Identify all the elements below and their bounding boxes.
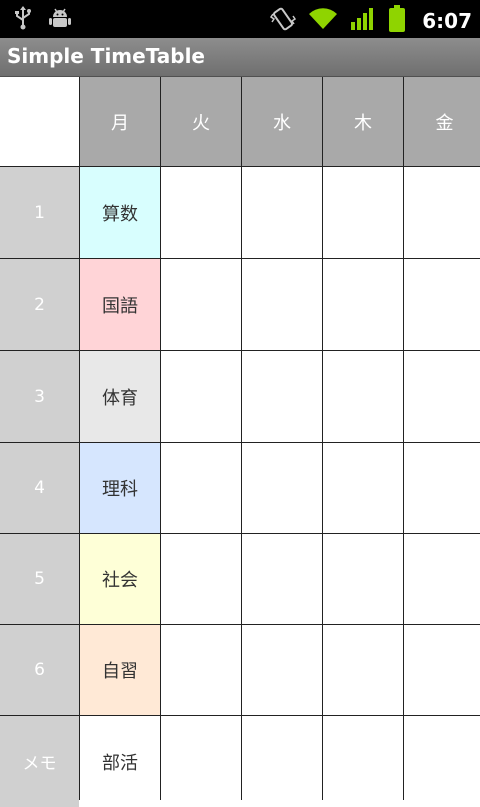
period-label-4: 4 [0,443,79,533]
cell-wed-1[interactable] [242,167,322,258]
period-label-3: 3 [0,351,79,442]
cell-wed-5[interactable] [242,534,322,624]
cell-tue-5[interactable] [161,534,241,624]
cell-tue-6[interactable] [161,625,241,715]
memo-tue[interactable] [161,716,241,807]
day-header-wed[interactable]: 水 [242,77,322,166]
day-header-thu[interactable]: 木 [323,77,403,166]
battery-icon [388,5,406,37]
status-bar: 6:07 [0,0,480,38]
cell-thu-4[interactable] [323,443,403,533]
vibrate-icon [270,6,297,36]
cell-fri-6[interactable] [404,625,480,715]
cell-thu-2[interactable] [323,259,403,350]
cell-fri-2[interactable] [404,259,480,350]
cell-mon-1[interactable]: 算数 [80,167,160,258]
cell-fri-3[interactable] [404,351,480,442]
android-debug-icon [48,6,72,34]
day-header-tue[interactable]: 火 [161,77,241,166]
wifi-icon [308,7,338,35]
cell-wed-2[interactable] [242,259,322,350]
memo-wed[interactable] [242,716,322,807]
period-label-1: 1 [0,167,79,258]
cell-mon-2[interactable]: 国語 [80,259,160,350]
cell-mon-6[interactable]: 自習 [80,625,160,715]
app-title: Simple TimeTable [7,44,205,68]
cell-mon-3[interactable]: 体育 [80,351,160,442]
cell-thu-3[interactable] [323,351,403,442]
cell-thu-1[interactable] [323,167,403,258]
period-label-5: 5 [0,534,79,624]
cell-tue-3[interactable] [161,351,241,442]
cell-thu-5[interactable] [323,534,403,624]
memo-label: メモ [0,716,79,807]
signal-icon [350,7,376,35]
cell-wed-6[interactable] [242,625,322,715]
day-header-mon[interactable]: 月 [80,77,160,166]
corner-cell [0,77,79,166]
period-label-6: 6 [0,625,79,715]
cell-mon-4[interactable]: 理科 [80,443,160,533]
title-bar: Simple TimeTable [0,38,480,77]
clock: 6:07 [422,9,472,33]
cell-fri-4[interactable] [404,443,480,533]
cell-fri-5[interactable] [404,534,480,624]
memo-thu[interactable] [323,716,403,807]
memo-mon[interactable]: 部活 [80,716,160,807]
day-header-fri[interactable]: 金 [404,77,480,166]
cell-thu-6[interactable] [323,625,403,715]
period-label-2: 2 [0,259,79,350]
cell-tue-2[interactable] [161,259,241,350]
cell-tue-1[interactable] [161,167,241,258]
cell-mon-5[interactable]: 社会 [80,534,160,624]
cell-fri-1[interactable] [404,167,480,258]
memo-fri[interactable] [404,716,480,807]
usb-icon [14,6,32,34]
cell-tue-4[interactable] [161,443,241,533]
cell-wed-3[interactable] [242,351,322,442]
cell-wed-4[interactable] [242,443,322,533]
timetable-grid: 月 火 水 木 金 1 算数 2 国語 3 体育 4 理科 5 社会 6 自習 … [0,77,480,807]
